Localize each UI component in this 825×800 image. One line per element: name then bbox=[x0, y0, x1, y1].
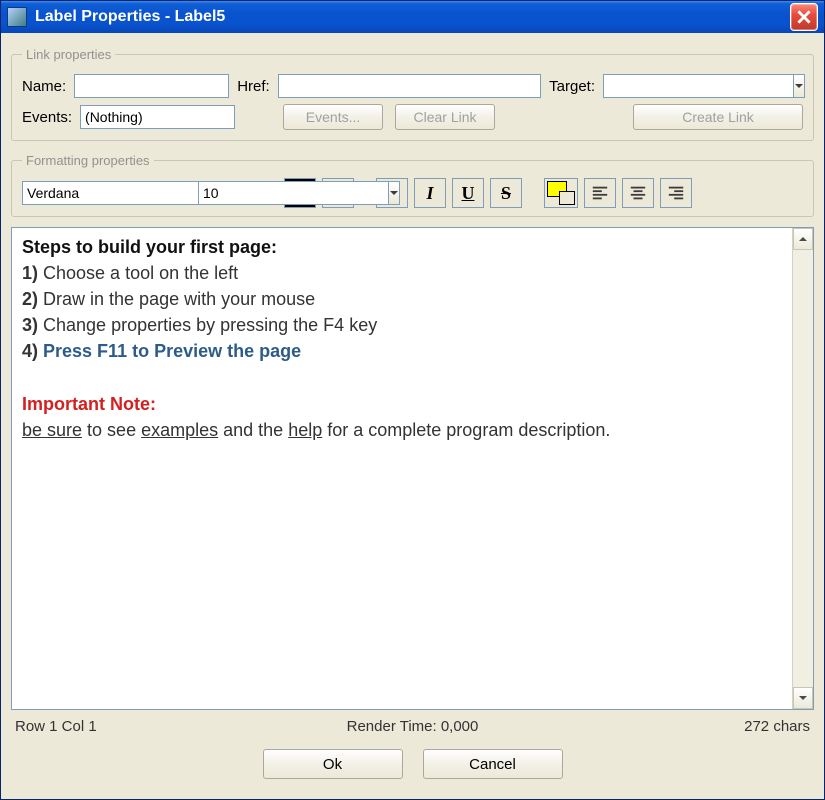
chevron-down-icon bbox=[389, 188, 399, 198]
font-size-input[interactable] bbox=[198, 181, 388, 205]
scroll-down-button[interactable] bbox=[793, 687, 813, 709]
font-size-combo[interactable] bbox=[198, 181, 278, 205]
dialog-buttons: Ok Cancel bbox=[9, 739, 816, 791]
tail-2: to see bbox=[82, 420, 141, 440]
italic-button[interactable]: I bbox=[414, 178, 446, 208]
status-char-count: 272 chars bbox=[545, 718, 810, 735]
step3-number: 3) bbox=[22, 315, 38, 335]
align-right-icon bbox=[667, 184, 685, 202]
link-row-2: Events: Events... Clear Link Create Link bbox=[22, 104, 803, 130]
chevron-down-icon bbox=[798, 693, 808, 703]
name-input[interactable] bbox=[74, 74, 229, 98]
ok-button[interactable]: Ok bbox=[263, 749, 403, 779]
formatting-toolbar: T B I U S bbox=[22, 178, 803, 208]
scroll-up-button[interactable] bbox=[793, 228, 813, 250]
chevron-up-icon bbox=[798, 234, 808, 244]
target-dropdown-button[interactable] bbox=[793, 74, 805, 98]
target-combo[interactable] bbox=[603, 74, 803, 98]
link-properties-group: Link properties Name: Href: Target: Even… bbox=[11, 47, 814, 141]
clear-link-button[interactable]: Clear Link bbox=[395, 104, 495, 130]
strikethrough-button[interactable]: S bbox=[490, 178, 522, 208]
close-button[interactable] bbox=[790, 3, 818, 31]
scroll-track[interactable] bbox=[793, 250, 813, 687]
tail-underline-5: help bbox=[288, 420, 322, 440]
chevron-down-icon bbox=[794, 81, 804, 91]
step1-text: Choose a tool on the left bbox=[38, 263, 238, 283]
create-link-button[interactable]: Create Link bbox=[633, 104, 803, 130]
align-center-icon bbox=[629, 184, 647, 202]
tail-6: for a complete program description. bbox=[322, 420, 610, 440]
align-left-icon bbox=[591, 184, 609, 202]
align-right-button[interactable] bbox=[660, 178, 692, 208]
href-input[interactable] bbox=[278, 74, 541, 98]
align-left-button[interactable] bbox=[584, 178, 616, 208]
step4-number: 4) bbox=[22, 341, 43, 361]
tail-underline-1: be sure bbox=[22, 420, 82, 440]
rich-text-editor[interactable]: Steps to build your first page: 1) Choos… bbox=[12, 228, 792, 709]
dialog-window: Label Properties - Label5 Link propertie… bbox=[0, 0, 825, 800]
align-center-button[interactable] bbox=[622, 178, 654, 208]
titlebar[interactable]: Label Properties - Label5 bbox=[1, 1, 824, 33]
status-cursor-pos: Row 1 Col 1 bbox=[15, 718, 280, 735]
formatting-properties-legend: Formatting properties bbox=[22, 153, 154, 168]
formatting-properties-group: Formatting properties T B bbox=[11, 153, 814, 217]
events-button[interactable]: Events... bbox=[283, 104, 383, 130]
step2-number: 2) bbox=[22, 289, 38, 309]
app-icon bbox=[7, 7, 27, 27]
step2-text: Draw in the page with your mouse bbox=[38, 289, 315, 309]
editor-scrollbar[interactable] bbox=[792, 228, 813, 709]
page-color-icon bbox=[559, 191, 575, 205]
editor-heading: Steps to build your first page: bbox=[22, 237, 277, 257]
important-note-label: Important Note: bbox=[22, 394, 156, 414]
editor-container: Steps to build your first page: 1) Choos… bbox=[11, 227, 814, 710]
link-properties-legend: Link properties bbox=[22, 47, 115, 62]
target-input[interactable] bbox=[603, 74, 793, 98]
name-label: Name: bbox=[22, 78, 66, 95]
background-color-swatch[interactable] bbox=[544, 178, 578, 208]
link-row-1: Name: Href: Target: bbox=[22, 74, 803, 98]
href-label: Href: bbox=[237, 78, 270, 95]
step1-number: 1) bbox=[22, 263, 38, 283]
font-family-input[interactable] bbox=[22, 181, 212, 205]
font-size-dropdown-button[interactable] bbox=[388, 181, 400, 205]
status-bar: Row 1 Col 1 Render Time: 0,000 272 chars bbox=[9, 714, 816, 739]
window-title: Label Properties - Label5 bbox=[35, 8, 790, 26]
status-render-time: Render Time: 0,000 bbox=[280, 718, 545, 735]
underline-button[interactable]: U bbox=[452, 178, 484, 208]
cancel-button[interactable]: Cancel bbox=[423, 749, 563, 779]
tail-4: and the bbox=[218, 420, 288, 440]
events-input[interactable] bbox=[80, 105, 235, 129]
step3-text: Change properties by pressing the F4 key bbox=[38, 315, 377, 335]
target-label: Target: bbox=[549, 78, 595, 95]
events-label: Events: bbox=[22, 109, 72, 126]
step4-text: Press F11 to Preview the page bbox=[43, 341, 301, 361]
close-icon bbox=[797, 10, 811, 24]
dialog-content: Link properties Name: Href: Target: Even… bbox=[1, 33, 824, 799]
tail-underline-3: examples bbox=[141, 420, 218, 440]
font-family-combo[interactable] bbox=[22, 181, 192, 205]
